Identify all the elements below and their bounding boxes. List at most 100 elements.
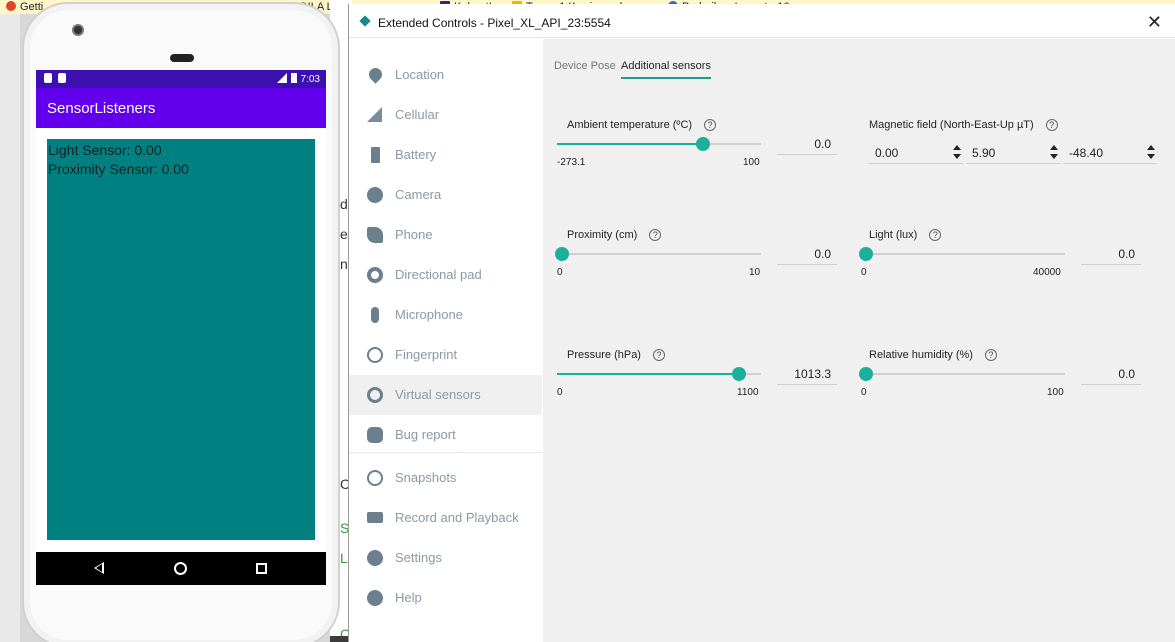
app-title: SensorListeners xyxy=(47,100,156,117)
sidebar-item-bug-report[interactable]: Bug report xyxy=(349,415,542,455)
help-icon[interactable]: ? xyxy=(704,119,717,131)
history-icon xyxy=(367,470,383,486)
magnetic-field-z[interactable]: -48.40 xyxy=(1063,142,1157,164)
help-icon[interactable]: ? xyxy=(984,349,997,361)
ambient-temperature-slider[interactable] xyxy=(557,137,761,151)
magnetic-field-x[interactable]: 0.00 xyxy=(869,142,963,164)
tab-additional-sensors[interactable]: Additional sensors xyxy=(621,60,711,79)
slider-thumb[interactable] xyxy=(732,367,746,381)
help-icon[interactable]: ? xyxy=(649,229,662,241)
humidity-slider[interactable] xyxy=(859,367,1065,381)
nav-bar xyxy=(36,552,326,585)
status-time: 7:03 xyxy=(300,74,320,85)
spinner-arrows-icon[interactable] xyxy=(953,144,961,160)
sidebar-item-phone[interactable]: Phone xyxy=(349,215,542,255)
humidity-value[interactable]: 0.0 xyxy=(1081,363,1141,385)
magnetic-field-y[interactable]: 5.90 xyxy=(966,142,1060,164)
recents-icon[interactable] xyxy=(256,563,267,574)
proximity-slider[interactable] xyxy=(555,247,761,261)
sidebar-item-directional-pad[interactable]: Directional pad xyxy=(349,255,542,295)
humidity-label: Relative humidity (%) xyxy=(869,349,973,361)
slider-max: 40000 xyxy=(1033,267,1061,278)
sidebar-item-label: Microphone xyxy=(395,307,463,322)
slider-min: -273.1 xyxy=(557,157,586,168)
sidebar-item-cellular[interactable]: Cellular xyxy=(349,95,542,135)
slider-thumb[interactable] xyxy=(696,137,710,151)
proximity-label: Proximity (cm) xyxy=(567,229,638,241)
phone-screen[interactable]: 7:03 SensorListeners Light Sensor: 0.00 … xyxy=(36,70,326,585)
microphone-icon xyxy=(371,307,379,323)
sidebar-item-label: Snapshots xyxy=(395,470,457,485)
sidebar-item-settings[interactable]: Settings xyxy=(349,538,542,578)
light-value[interactable]: 0.0 xyxy=(1081,243,1141,265)
tab-device-pose[interactable]: Device Pose xyxy=(554,60,616,72)
sidebar-item-label: Record and Playback xyxy=(395,510,519,525)
sidebar-item-microphone[interactable]: Microphone xyxy=(349,295,542,335)
sidebar-divider xyxy=(349,452,542,453)
slider-max: 1100 xyxy=(737,387,759,398)
help-icon xyxy=(367,590,383,606)
sidebar-item-label: Bug report xyxy=(395,427,456,442)
sidebar-item-label: Camera xyxy=(395,187,442,202)
home-icon[interactable] xyxy=(174,562,187,575)
bug-icon xyxy=(367,427,383,443)
phone-emulator: 7:03 SensorListeners Light Sensor: 0.00 … xyxy=(22,2,340,642)
sidebar-item-help[interactable]: Help xyxy=(349,578,542,618)
window-titlebar: Extended Controls - Pixel_XL_API_23:5554… xyxy=(349,4,1175,38)
earpiece-speaker xyxy=(170,54,194,62)
spinner-arrows-icon[interactable] xyxy=(1147,144,1155,160)
spinner-arrows-icon[interactable] xyxy=(1050,144,1058,160)
sidebar-item-label: Location xyxy=(395,67,445,82)
slider-thumb[interactable] xyxy=(555,247,569,261)
slider-thumb[interactable] xyxy=(859,367,873,381)
app-bar: SensorListeners xyxy=(36,88,326,128)
sidebar-item-camera[interactable]: Camera xyxy=(349,175,542,215)
sensors-panel: Device Pose Additional sensors Ambient t… xyxy=(543,39,1175,642)
pressure-slider[interactable] xyxy=(557,367,761,381)
slider-min: 0 xyxy=(861,267,867,278)
slider-max: 100 xyxy=(1047,387,1064,398)
video-camera-icon xyxy=(367,512,383,523)
sidebar-item-record-playback[interactable]: Record and Playback xyxy=(349,498,542,538)
sidebar: Location Cellular Battery Camera Phone D… xyxy=(349,39,542,642)
battery-icon xyxy=(371,147,380,163)
close-icon[interactable]: ✕ xyxy=(1147,12,1162,33)
slider-thumb[interactable] xyxy=(859,247,873,261)
background-text: L xyxy=(340,550,348,566)
sensor-content: Light Sensor: 0.00 Proximity Sensor: 0.0… xyxy=(47,139,315,540)
virtual-sensors-icon xyxy=(367,387,383,403)
front-camera xyxy=(72,24,84,36)
sidebar-item-location[interactable]: Location xyxy=(349,55,542,95)
magnetic-x-value: 0.00 xyxy=(875,146,899,160)
location-pin-icon xyxy=(366,65,385,84)
ambient-temperature-value[interactable]: 0.0 xyxy=(777,133,837,155)
light-label: Light (lux) xyxy=(869,229,918,241)
signal-icon xyxy=(367,107,382,122)
sidebar-item-battery[interactable]: Battery xyxy=(349,135,542,175)
emulator-logo-icon xyxy=(359,15,371,27)
sd-card-icon xyxy=(44,73,52,83)
back-icon[interactable] xyxy=(94,562,104,574)
sidebar-item-fingerprint[interactable]: Fingerprint xyxy=(349,335,542,375)
sidebar-item-label: Virtual sensors xyxy=(395,387,481,402)
sidebar-item-label: Help xyxy=(395,590,422,605)
slider-min: 0 xyxy=(557,387,563,398)
magnetic-z-value: -48.40 xyxy=(1069,146,1104,160)
pressure-value[interactable]: 1013.3 xyxy=(777,363,837,385)
sidebar-item-label: Directional pad xyxy=(395,267,482,282)
help-icon[interactable]: ? xyxy=(652,349,665,361)
light-slider[interactable] xyxy=(859,247,1065,261)
help-icon[interactable]: ? xyxy=(929,229,942,241)
sidebar-item-virtual-sensors[interactable]: Virtual sensors xyxy=(349,375,542,415)
sidebar-item-label: Battery xyxy=(395,147,437,162)
android-icon xyxy=(58,73,66,83)
help-icon[interactable]: ? xyxy=(1045,119,1058,131)
light-sensor-text: Light Sensor: 0.00 xyxy=(48,142,162,158)
signal-icon xyxy=(276,73,287,83)
background-text: n xyxy=(340,256,348,272)
sidebar-item-snapshots[interactable]: Snapshots xyxy=(349,458,542,498)
ambient-temperature-label: Ambient temperature (ºC) xyxy=(567,119,693,131)
background-text: d xyxy=(340,196,348,212)
proximity-value[interactable]: 0.0 xyxy=(777,243,837,265)
slider-min: 0 xyxy=(557,267,563,278)
